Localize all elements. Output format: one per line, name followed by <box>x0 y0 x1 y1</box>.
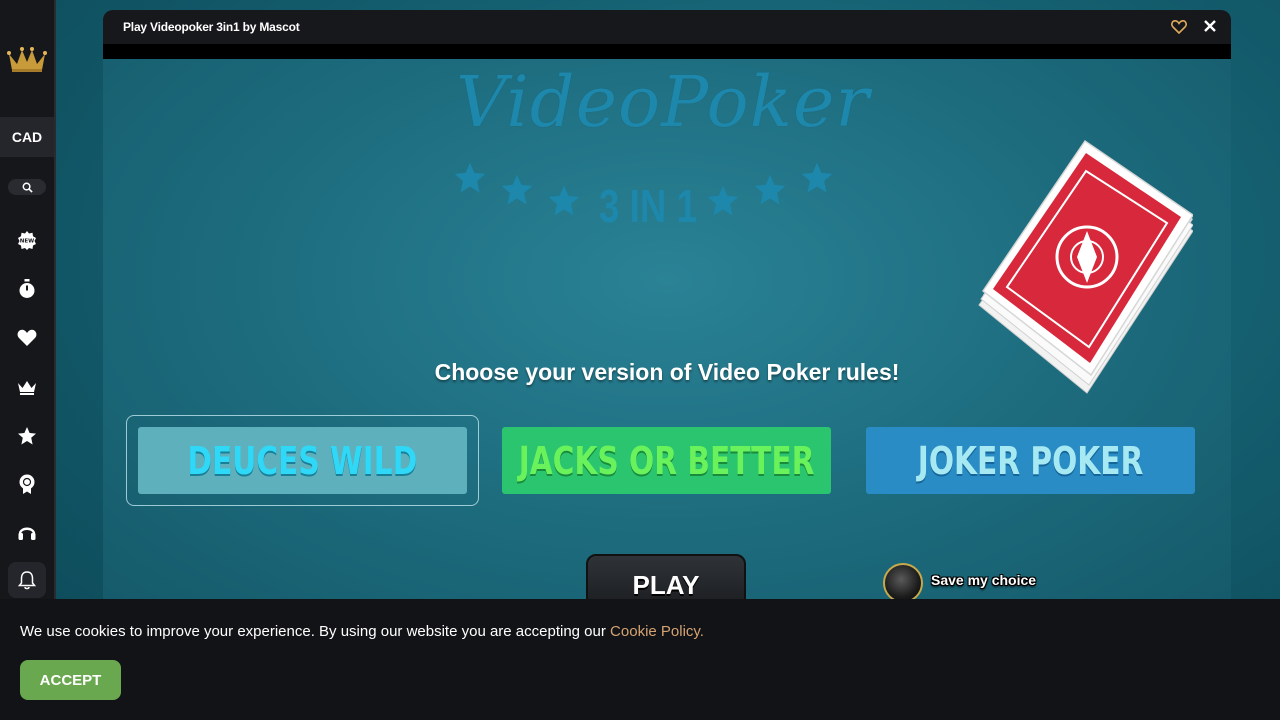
sidebar-item-top[interactable] <box>0 416 54 456</box>
logo-star-icon <box>454 162 486 193</box>
crown-icon <box>18 381 36 395</box>
option-label: JACKS OR BETTER <box>518 438 815 483</box>
game-title: Play Videopoker 3in1 by Mascot <box>123 20 300 34</box>
option-deuces-wild[interactable]: DEUCES WILD <box>138 427 467 494</box>
cookie-banner: We use cookies to improve your experienc… <box>0 599 1280 720</box>
logo-star-icon <box>548 185 580 216</box>
option-jacks-or-better[interactable]: JACKS OR BETTER <box>502 427 831 494</box>
close-icon <box>1204 20 1216 32</box>
game-window: Play Videopoker 3in1 by Mascot VideoPoke… <box>103 10 1231 610</box>
option-label: DEUCES WILD <box>187 438 418 483</box>
videopoker-logo-text: VideoPoker <box>456 61 870 143</box>
sidebar-item-favorites[interactable] <box>0 318 54 358</box>
choose-rules-heading: Choose your version of Video Poker rules… <box>434 359 900 385</box>
star-icon <box>18 427 36 445</box>
heart-outline-icon <box>1171 20 1187 35</box>
cookie-message: We use cookies to improve your experienc… <box>20 623 704 640</box>
game-title-bar: Play Videopoker 3in1 by Mascot <box>103 10 1231 44</box>
currency-selector[interactable]: CAD <box>0 117 54 157</box>
svg-text:NEW: NEW <box>20 239 34 245</box>
bell-icon <box>18 571 36 590</box>
search-button[interactable] <box>8 179 46 195</box>
favorite-button[interactable] <box>1171 19 1187 35</box>
crown-logo-icon[interactable] <box>7 44 47 74</box>
award-icon <box>19 474 35 494</box>
close-button[interactable] <box>1201 17 1219 35</box>
accept-cookies-button[interactable]: ACCEPT <box>20 660 121 700</box>
sidebar-item-tournaments[interactable] <box>0 464 54 504</box>
logo-star-icon <box>801 162 833 193</box>
heart-icon <box>17 329 37 346</box>
cookie-message-text: We use cookies to improve your experienc… <box>20 623 611 640</box>
notifications-button[interactable] <box>8 562 46 598</box>
game-top-strip <box>103 44 1231 59</box>
logo-star-icon <box>707 185 739 216</box>
option-joker-poker[interactable]: JOKER POKER <box>866 427 1195 494</box>
save-choice-checkbox[interactable] <box>883 563 923 603</box>
new-badge-icon: NEW <box>18 231 36 250</box>
option-label: JOKER POKER <box>917 438 1144 483</box>
logo-subtitle: 3 IN 1 <box>598 180 698 232</box>
sidebar-item-new[interactable]: NEW <box>0 220 54 260</box>
logo-star-icon <box>501 174 533 205</box>
save-choice-label[interactable]: Save my choice <box>931 572 1036 588</box>
sidebar-item-support[interactable] <box>0 513 54 553</box>
search-icon <box>22 182 33 193</box>
game-stage: VideoPoker 3 IN 1 Choose your version of… <box>103 59 1231 610</box>
headset-icon <box>18 527 36 540</box>
cookie-policy-link[interactable]: Cookie Policy. <box>610 623 704 640</box>
sidebar-item-vip[interactable] <box>0 367 54 407</box>
logo-star-icon <box>754 174 786 205</box>
card-deck-illustration <box>978 139 1193 394</box>
sidebar-item-recent[interactable] <box>0 269 54 309</box>
stopwatch-icon <box>19 279 35 298</box>
